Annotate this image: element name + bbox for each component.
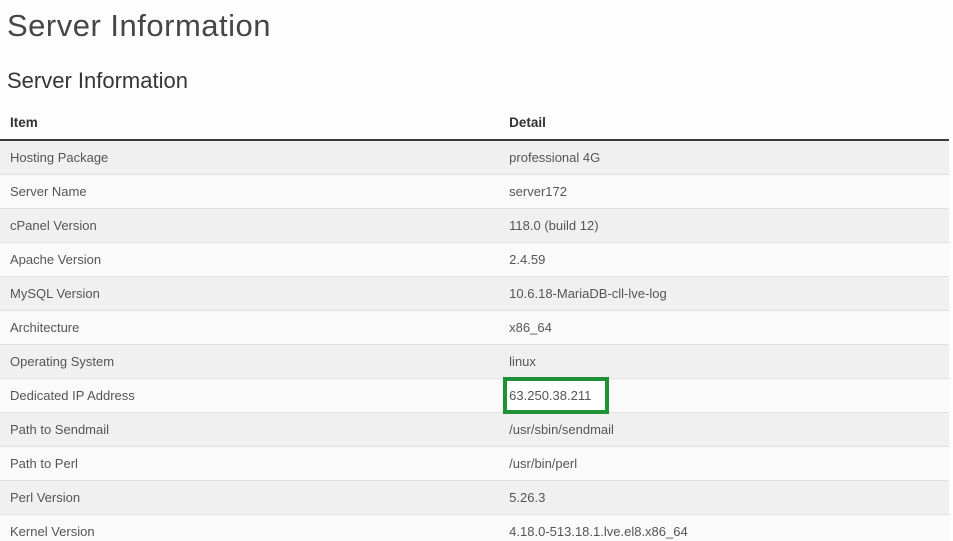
item-cell: Dedicated IP Address <box>0 378 500 413</box>
ip-highlight-annotation: 63.250.38.211 <box>503 377 610 415</box>
table-row: Server Name server172 <box>0 174 949 209</box>
detail-cell: linux <box>499 344 949 379</box>
item-cell: Server Name <box>0 174 500 209</box>
table-row: Path to Sendmail /usr/sbin/sendmail <box>0 412 949 447</box>
column-header-detail: Detail <box>499 107 949 142</box>
table-body: Hosting Package professional 4G Server N… <box>0 140 949 541</box>
detail-cell: 5.26.3 <box>499 480 949 515</box>
table-row: cPanel Version 118.0 (build 12) <box>0 208 949 243</box>
item-cell: Architecture <box>0 310 500 345</box>
item-cell: Hosting Package <box>10 150 109 166</box>
detail-cell: 63.250.38.211 <box>499 377 949 415</box>
server-info-table: Item Detail Hosting Package professional… <box>0 107 949 541</box>
item-cell: MySQL Version <box>0 276 500 311</box>
detail-cell: server172 <box>499 174 949 209</box>
item-cell: cPanel Version <box>0 208 500 243</box>
section-heading: Server Information <box>7 67 188 93</box>
server-information-page: Server Information Server Information It… <box>0 0 953 541</box>
detail-cell: /usr/sbin/sendmail <box>499 412 949 447</box>
table-row: Dedicated IP Address 63.250.38.211 <box>0 377 949 415</box>
detail-cell: 10.6.18-MariaDB-cll-lve-log <box>499 276 949 311</box>
detail-cell: 4.18.0-513.18.1.lve.el8.x86_64 <box>499 514 949 541</box>
table-row: Architecture x86_64 <box>0 310 949 345</box>
table-row: Path to Perl /usr/bin/perl <box>0 446 949 481</box>
table-row: Hosting Package professional 4G <box>0 140 949 175</box>
table-row: Operating System linux <box>0 344 949 379</box>
item-cell: Path to Perl <box>0 446 500 481</box>
table-header-row: Item Detail <box>0 107 949 142</box>
table-row: Kernel Version 4.18.0-513.18.1.lve.el8.x… <box>0 514 949 541</box>
page-title: Server Information <box>7 8 271 43</box>
detail-cell: x86_64 <box>499 310 949 345</box>
table-row: Perl Version 5.26.3 <box>0 480 949 515</box>
detail-cell: 118.0 (build 12) <box>499 208 949 243</box>
table-row: MySQL Version 10.6.18-MariaDB-cll-lve-lo… <box>0 276 949 311</box>
item-cell: Path to Sendmail <box>0 412 500 447</box>
detail-cell: professional 4G <box>509 150 601 166</box>
detail-cell: /usr/bin/perl <box>499 446 949 481</box>
detail-cell: 2.4.59 <box>499 242 949 277</box>
item-cell: Operating System <box>0 344 500 379</box>
column-header-item: Item <box>0 107 500 142</box>
item-cell: Kernel Version <box>0 514 500 541</box>
item-cell: Apache Version <box>0 242 500 277</box>
table-row: Apache Version 2.4.59 <box>0 242 949 277</box>
item-cell: Perl Version <box>0 480 500 515</box>
